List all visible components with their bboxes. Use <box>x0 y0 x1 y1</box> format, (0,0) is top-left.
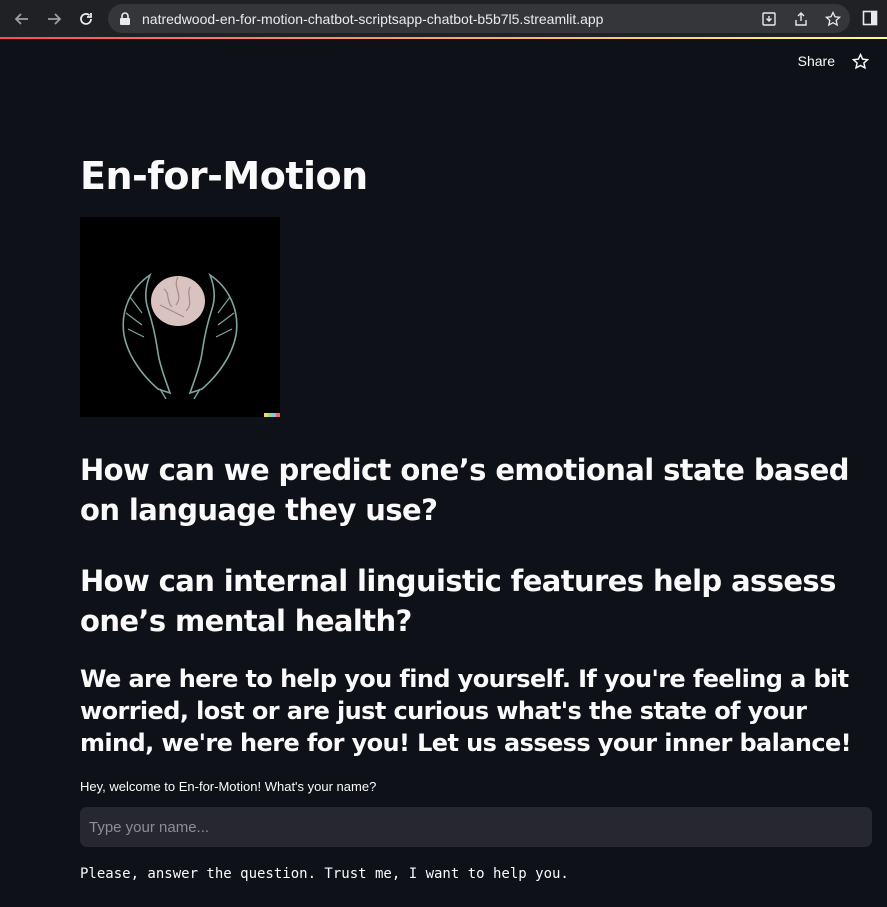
brain-hands-image <box>80 217 280 417</box>
research-question-2: How can internal linguistic features hel… <box>80 564 836 638</box>
bookmark-star-icon[interactable] <box>824 10 842 28</box>
research-question-1: How can we predict one’s emotional state… <box>80 453 849 527</box>
back-arrow-icon[interactable] <box>10 7 34 31</box>
name-input[interactable] <box>80 807 872 847</box>
reload-icon[interactable] <box>74 7 98 31</box>
side-panel-icon[interactable] <box>861 9 879 27</box>
share-button[interactable]: Share <box>798 53 835 69</box>
browser-toolbar: natredwood-en-for-motion-chatbot-scripts… <box>0 0 887 37</box>
share-page-icon[interactable] <box>792 10 810 28</box>
forward-arrow-icon[interactable] <box>42 7 66 31</box>
url-text[interactable]: natredwood-en-for-motion-chatbot-scripts… <box>142 11 603 27</box>
app-toolbar: Share <box>798 52 869 70</box>
intro-text: We are here to help you find yourself. I… <box>80 665 852 757</box>
favorite-star-icon[interactable] <box>851 52 869 70</box>
name-prompt-label: Hey, welcome to En-for-Motion! What's yo… <box>80 779 377 794</box>
chatbot-response: Please, answer the question. Trust me, I… <box>80 866 569 882</box>
page-title: En-for-Motion <box>80 154 368 198</box>
lock-icon[interactable] <box>118 11 132 26</box>
streamlit-top-decoration <box>0 37 887 39</box>
install-app-icon[interactable] <box>760 10 778 28</box>
address-bar[interactable]: natredwood-en-for-motion-chatbot-scripts… <box>108 4 850 33</box>
